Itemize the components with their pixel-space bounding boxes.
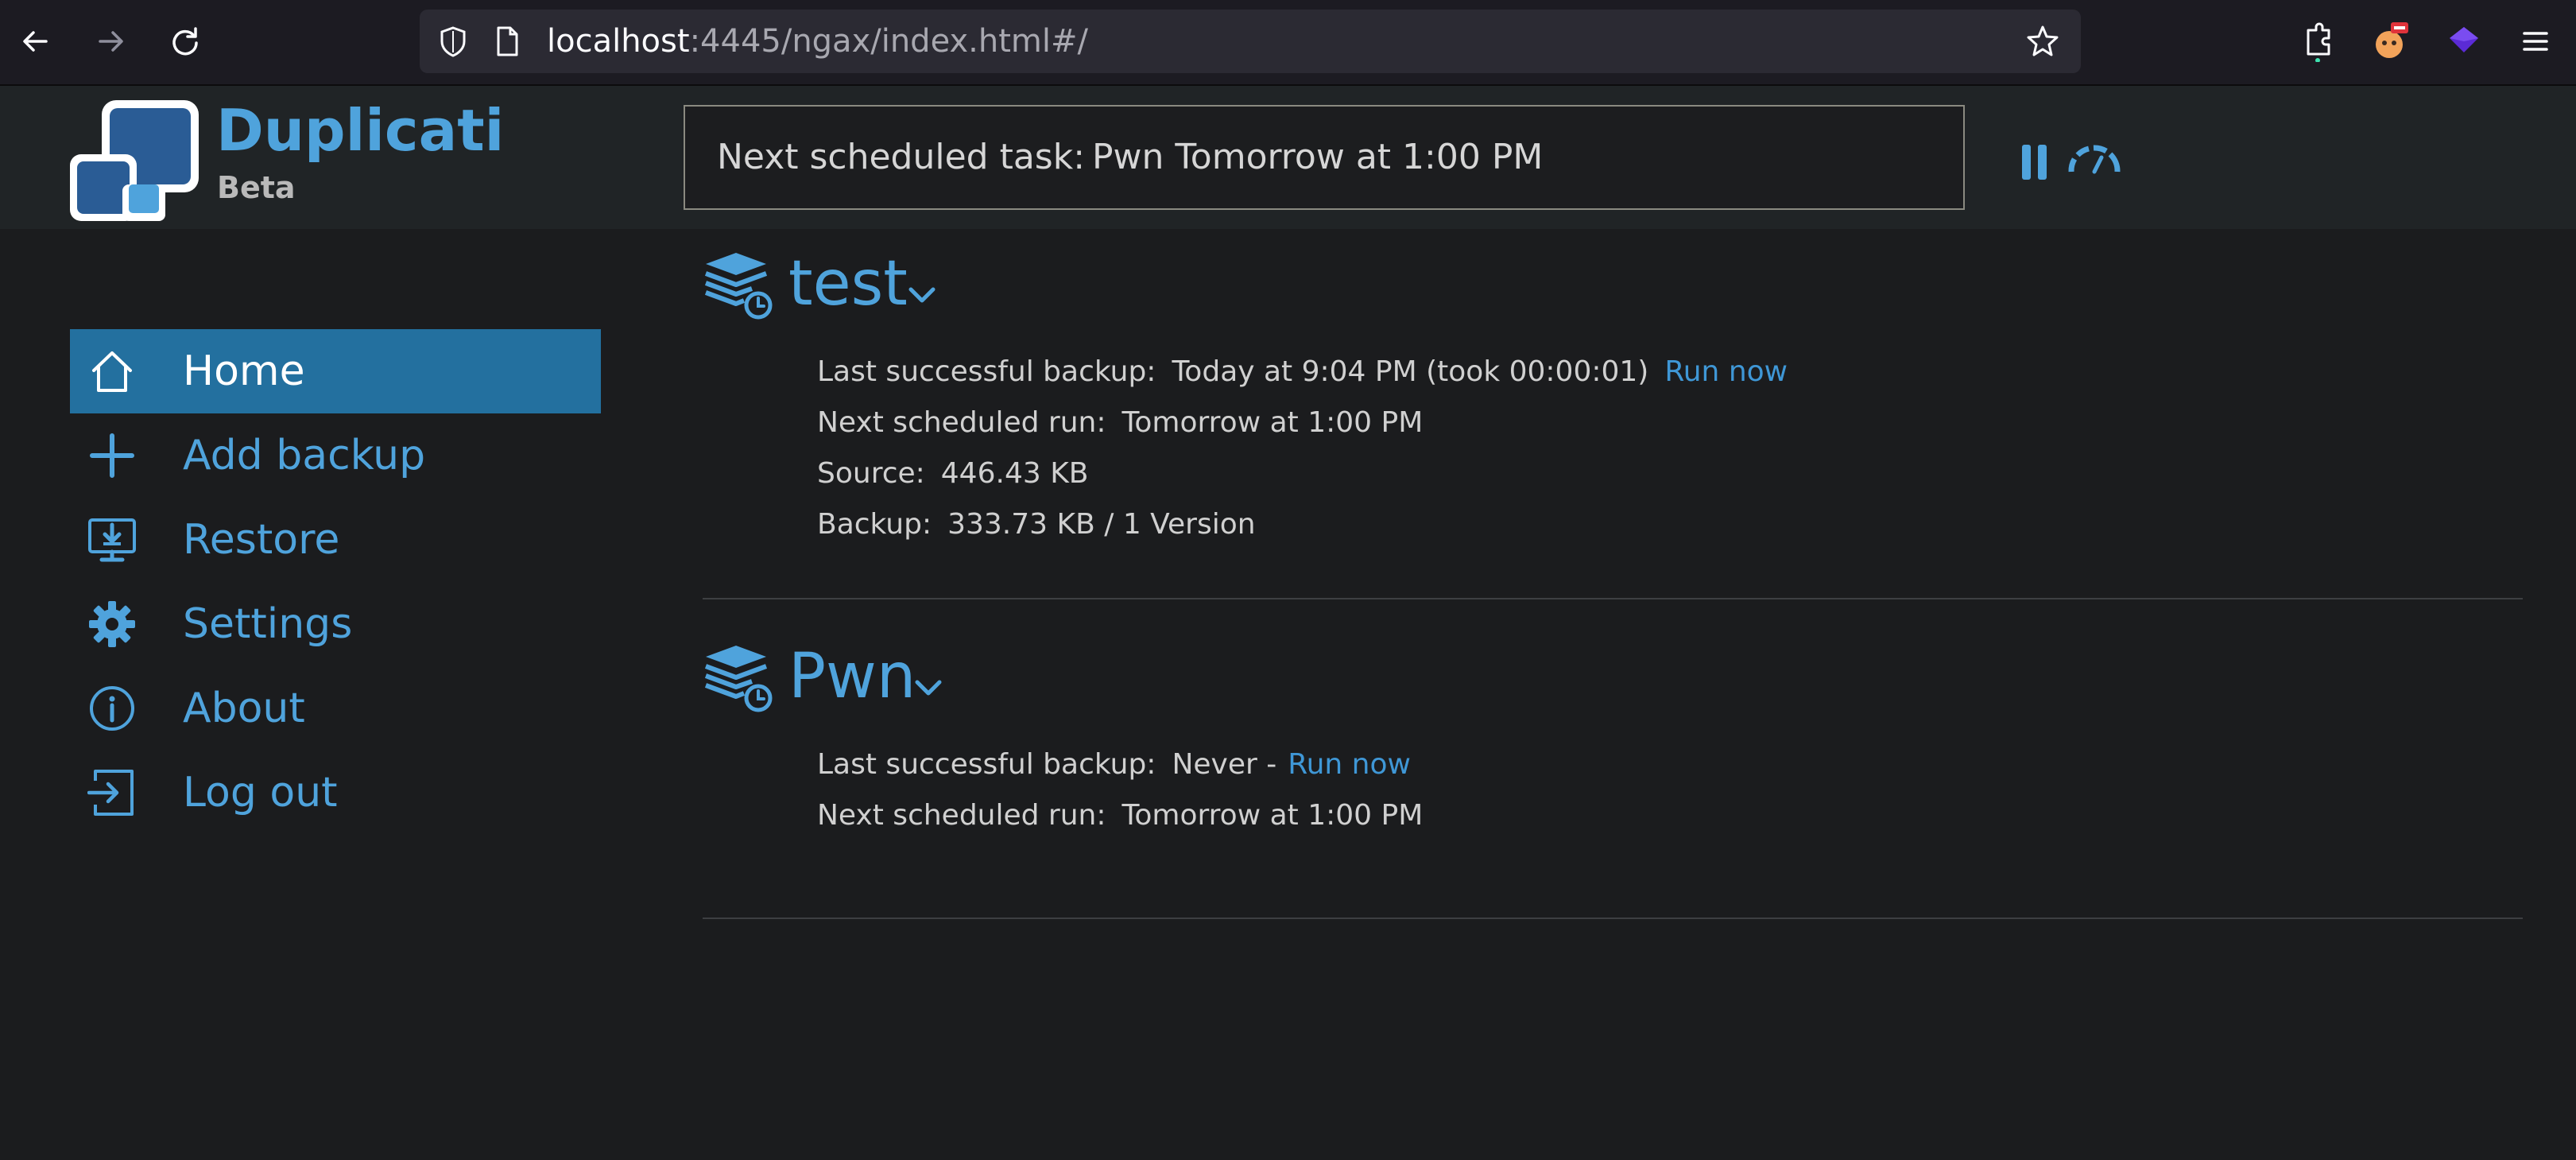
next-run-value: Tomorrow at 1:00 PM [1121,799,1424,832]
address-bar[interactable]: localhost:4445/ngax/index.html#/ [420,10,2081,73]
backup-name[interactable]: Pwn [788,641,916,712]
extensions-icon[interactable] [2297,21,2338,62]
sidebar-nav: Home Add backup Restore Settings About L… [70,329,601,835]
source-value: 446.43 KB [940,457,1089,490]
url-host: localhost [547,23,690,60]
chevron-down-icon[interactable] [912,676,944,700]
last-backup-row: Last successful backup: Today at 9:04 PM … [817,347,2523,398]
back-arrow-icon [23,31,48,52]
run-now-link[interactable]: Run now [1288,748,1411,781]
last-backup-label: Last successful backup: [817,355,1156,388]
bookmark-star-icon[interactable] [2025,24,2060,59]
extension-avatar-icon[interactable] [2370,21,2411,62]
sidebar-item-label: Restore [183,516,340,564]
sidebar-item-settings[interactable]: Settings [70,582,601,666]
back-button[interactable] [14,20,57,63]
next-run-row: Next scheduled run: Tomorrow at 1:00 PM [817,398,2523,448]
forward-arrow-icon [99,31,123,52]
backup-item: test Last successful backup: Today at 9:0… [703,243,2523,599]
backup-title-row: test [703,243,2523,347]
last-backup-value: Today at 9:04 PM (took 00:00:01) [1172,355,1649,388]
sidebar-item-label: About [183,685,305,732]
menu-icon[interactable] [2515,21,2556,62]
divider [703,918,2523,919]
url-path: :4445/ngax/index.html#/ [689,23,1088,60]
duplicati-logo-icon[interactable] [67,95,203,226]
backup-item: Pwn Last successful backup: Never - Run no… [703,636,2523,919]
sidebar-item-home[interactable]: Home [70,329,601,413]
backup-size-value: 333.73 KB / 1 Version [947,508,1256,541]
app-header: Duplicati Beta Next scheduled task: Pwn … [0,86,2576,229]
chevron-down-icon[interactable] [906,283,938,307]
pause-button[interactable] [2019,142,2051,183]
reload-button[interactable] [164,20,207,63]
last-backup-value: Never - [1172,748,1277,781]
brand-tag: Beta [217,170,296,205]
restore-icon [88,518,136,562]
database-schedule-icon [704,646,773,712]
shield-icon[interactable] [436,24,471,59]
extension-cube-icon[interactable] [2443,21,2485,62]
run-now-link[interactable]: Run now [1664,355,1788,388]
sidebar-item-add-backup[interactable]: Add backup [70,413,601,498]
sidebar-item-label: Settings [183,600,353,648]
next-run-row: Next scheduled run: Tomorrow at 1:00 PM [817,790,2523,841]
last-backup-row: Last successful backup: Never - Run now [817,739,2523,790]
sidebar-item-restore[interactable]: Restore [70,498,601,582]
home-icon [92,351,132,392]
source-row: Source: 446.43 KB [817,448,2523,499]
source-label: Source: [817,457,925,490]
page-icon[interactable] [490,24,525,59]
gear-icon [89,601,135,647]
status-value: Pwn Tomorrow at 1:00 PM [1092,137,1544,177]
info-icon [90,686,134,731]
brand-name: Duplicati [216,97,505,164]
sidebar-item-label: Add backup [183,432,426,479]
database-schedule-icon [704,253,773,320]
last-backup-label: Last successful backup: [817,748,1156,781]
next-run-label: Next scheduled run: [817,799,1106,832]
backup-title-row: Pwn [703,636,2523,739]
forward-button[interactable] [89,20,132,63]
backup-name[interactable]: test [788,248,908,320]
next-run-label: Next scheduled run: [817,406,1106,439]
sidebar-item-about[interactable]: About [70,666,601,751]
browser-toolbar: localhost:4445/ngax/index.html#/ [0,0,2576,86]
backup-size-label: Backup: [817,508,932,541]
backup-size-row: Backup: 333.73 KB / 1 Version [817,499,2523,550]
status-label: Next scheduled task: [717,137,1086,177]
url-text[interactable]: localhost:4445/ngax/index.html#/ [547,10,1088,73]
plus-icon [90,433,134,478]
logout-icon [87,770,134,816]
backup-list: test Last successful backup: Today at 9:0… [703,243,2523,956]
throttle-gauge-icon[interactable] [2067,142,2122,177]
sidebar-item-label: Home [183,347,305,395]
status-box: Next scheduled task: Pwn Tomorrow at 1:0… [684,105,1965,210]
divider [703,598,2523,599]
sidebar-item-label: Log out [183,769,338,817]
reload-icon [172,27,198,56]
next-run-value: Tomorrow at 1:00 PM [1121,406,1424,439]
sidebar-item-logout[interactable]: Log out [70,751,601,835]
